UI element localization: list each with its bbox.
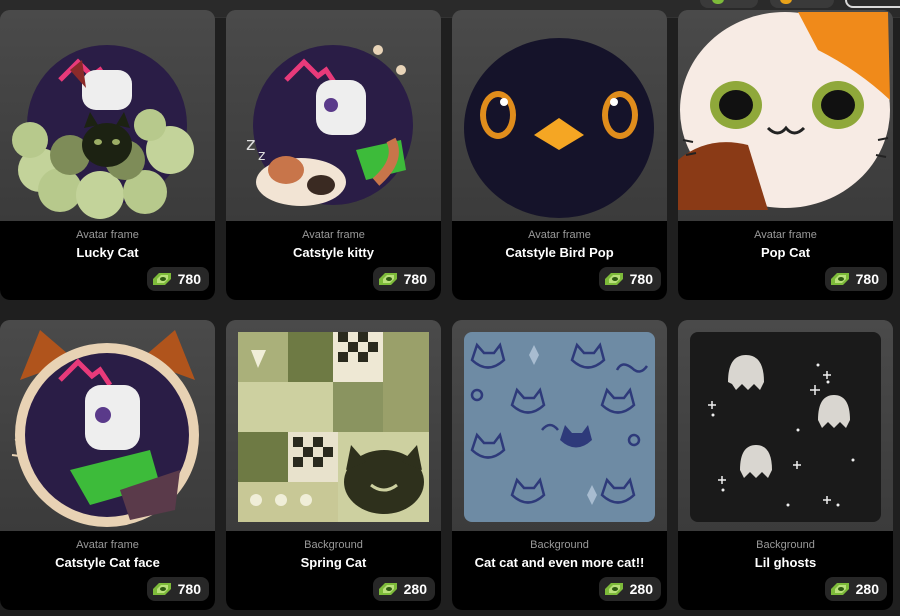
catstyle-kitty-frame-image: z z <box>226 10 441 221</box>
shop-card-pop-cat[interactable]: Avatar frame Pop Cat 780 <box>678 10 893 300</box>
card-info: Background Cat cat and even more cat!! 2… <box>452 531 667 610</box>
gem-icon <box>152 273 171 285</box>
gem-icon <box>378 273 397 285</box>
card-info: Background Lil ghosts 280 <box>678 531 893 610</box>
item-name: Spring Cat <box>300 555 367 570</box>
price-badge[interactable]: 280 <box>372 577 435 601</box>
item-type-label: Avatar frame <box>76 229 139 241</box>
shop-card-catstyle-kitty[interactable]: z z Avatar frame Catstyle kitty 780 <box>226 10 441 300</box>
cat-face-frame-image <box>0 320 215 531</box>
item-type-label: Avatar frame <box>528 229 591 241</box>
price-badge[interactable]: 780 <box>598 267 661 291</box>
account-button[interactable] <box>845 0 900 8</box>
price-value: 780 <box>629 271 653 287</box>
price-value: 780 <box>403 271 427 287</box>
gem-icon <box>378 583 397 595</box>
spring-cat-background-image <box>226 320 441 531</box>
item-name: Lil ghosts <box>754 555 817 570</box>
pop-cat-frame-image <box>678 10 893 221</box>
card-info: Avatar frame Lucky Cat 780 <box>0 221 215 300</box>
price-value: 780 <box>177 581 201 597</box>
card-info: Avatar frame Catstyle Cat face 780 <box>0 531 215 610</box>
shop-card-bird-pop[interactable]: Avatar frame Catstyle Bird Pop 780 <box>452 10 667 300</box>
price-value: 280 <box>855 581 879 597</box>
svg-text:z: z <box>258 148 265 164</box>
shop-card-spring-cat[interactable]: Background Spring Cat 280 <box>226 320 441 610</box>
price-badge[interactable]: 280 <box>824 577 887 601</box>
gem-icon <box>830 583 849 595</box>
shop-card-lil-ghosts[interactable]: Background Lil ghosts 280 <box>678 320 893 610</box>
price-badge[interactable]: 780 <box>146 267 209 291</box>
gem-icon <box>152 583 171 595</box>
gem-icon <box>604 583 623 595</box>
price-badge[interactable]: 280 <box>598 577 661 601</box>
item-name: Pop Cat <box>760 245 811 260</box>
shop-grid: Avatar frame Lucky Cat 780 z z Avatar fr… <box>0 10 900 616</box>
lucky-cat-frame-image <box>0 10 215 221</box>
card-info: Background Spring Cat 280 <box>226 531 441 610</box>
item-name: Cat cat and even more cat!! <box>474 555 645 570</box>
svg-text:z: z <box>246 134 255 155</box>
shop-card-cat-face[interactable]: Avatar frame Catstyle Cat face 780 <box>0 320 215 610</box>
price-badge[interactable]: 780 <box>372 267 435 291</box>
price-value: 280 <box>403 581 427 597</box>
price-value: 780 <box>177 271 201 287</box>
item-type-label: Background <box>304 539 363 551</box>
item-name: Catstyle kitty <box>293 245 374 260</box>
card-info: Avatar frame Catstyle Bird Pop 780 <box>452 221 667 300</box>
item-type-label: Background <box>756 539 815 551</box>
item-type-label: Avatar frame <box>754 229 817 241</box>
shop-card-lucky-cat[interactable]: Avatar frame Lucky Cat 780 <box>0 10 215 300</box>
cat-pattern-background-image <box>452 320 667 531</box>
price-value: 280 <box>629 581 653 597</box>
card-info: Avatar frame Pop Cat 780 <box>678 221 893 300</box>
item-name: Catstyle Cat face <box>55 555 160 570</box>
price-value: 780 <box>855 271 879 287</box>
shop-card-cat-pattern[interactable]: Background Cat cat and even more cat!! 2… <box>452 320 667 610</box>
item-name: Lucky Cat <box>76 245 139 260</box>
price-badge[interactable]: 780 <box>146 577 209 601</box>
currency-pill[interactable] <box>700 0 758 8</box>
item-name: Catstyle Bird Pop <box>505 245 614 260</box>
item-type-label: Avatar frame <box>302 229 365 241</box>
item-type-label: Background <box>530 539 589 551</box>
price-badge[interactable]: 780 <box>824 267 887 291</box>
gem-icon <box>830 273 849 285</box>
item-type-label: Avatar frame <box>76 539 139 551</box>
card-info: Avatar frame Catstyle kitty 780 <box>226 221 441 300</box>
bird-pop-frame-image <box>452 10 667 221</box>
gem-icon <box>604 273 623 285</box>
lil-ghosts-background-image <box>678 320 893 531</box>
